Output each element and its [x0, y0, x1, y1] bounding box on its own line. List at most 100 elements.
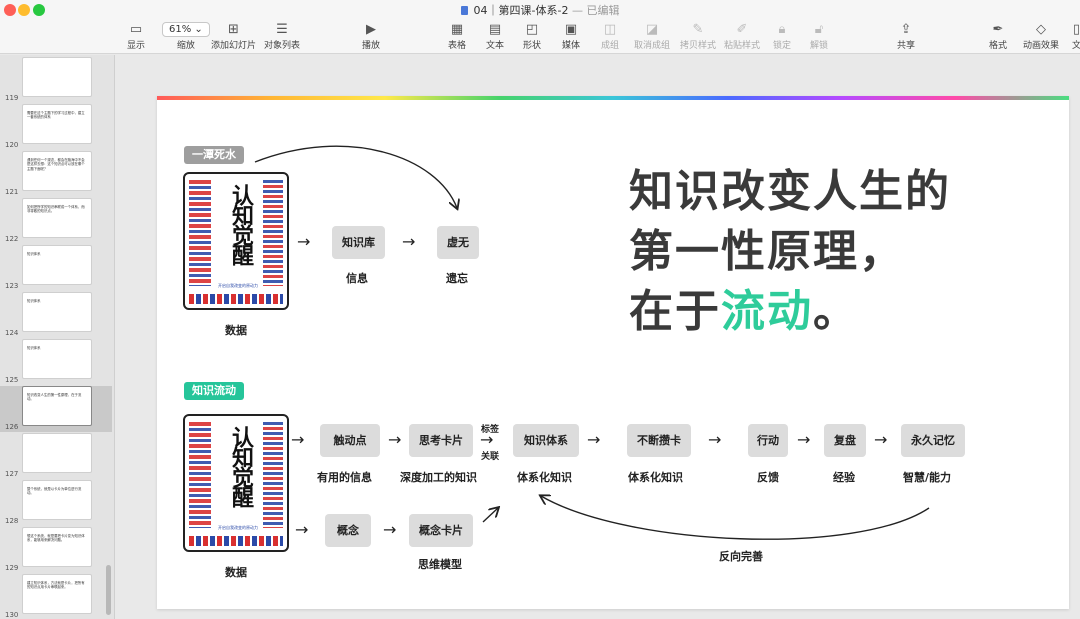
toolbar: 04｜第四课-体系-2 — 已编辑 ▭ 显示 61% ⌄ 缩放 ⊞ 添加幻灯片 …: [0, 0, 1080, 54]
ungroup-label: 取消成组: [634, 41, 671, 51]
label-information: 信息: [346, 272, 368, 285]
thumbnail: 知识体系: [22, 245, 92, 285]
label-useful-info: 有用的信息: [317, 471, 372, 484]
slide-thumbnail-129[interactable]: 想这个系统，就是要把卡片变为知识体系，能够用来解决问题。 129: [0, 527, 112, 573]
arrow-right-icon: →: [388, 430, 402, 449]
headline-line-3: 在于流动。: [629, 286, 859, 337]
arrow-right-icon: →: [297, 232, 311, 251]
play-button[interactable]: ▶ 播放: [362, 20, 381, 52]
label-deep-knowledge: 深度加工的知识: [400, 471, 477, 484]
unlock-button[interactable]: 🔓︎ 解锁: [810, 20, 829, 52]
view-label: 显示: [127, 41, 146, 51]
headline: 知识改变人生的 第一性原理， 在于流动。: [629, 162, 951, 342]
slide-canvas[interactable]: 一潭死水 认知觉醒 开启自我改变的原动力 数据 → 知识库 信息 → 虚无 遗忘…: [157, 96, 1069, 609]
share-button[interactable]: ⇪ 共享: [897, 20, 915, 52]
label-forget: 遗忘: [446, 272, 468, 285]
ungroup-icon: ◪: [645, 21, 659, 37]
thumbnail: 知识体系: [22, 339, 92, 379]
shape-button[interactable]: ◰ 形状: [523, 20, 542, 52]
copy-style-button[interactable]: ✎ 拷贝样式: [680, 20, 717, 52]
box-trigger: 触动点: [320, 424, 380, 457]
sidebar-scrollbar[interactable]: [106, 565, 111, 615]
book-title: 认知觉醒: [228, 184, 253, 264]
slide-number: 124: [5, 329, 19, 337]
thumbnail-text: 遇到任何一个观念，都会在脑海中不会是这样去想：这个知识点可以放在哪个主题下面呢？: [27, 158, 85, 171]
paste-style-button[interactable]: ✐ 粘贴样式: [724, 20, 761, 52]
thumbnail-text: 整个系统，就是以卡片为单位进行流动。: [27, 487, 82, 496]
box-knowledge-base: 知识库: [332, 226, 385, 259]
text-button[interactable]: ▤ 文本: [486, 20, 505, 52]
thumbnail: 知识体系: [22, 292, 92, 332]
unlock-label: 解锁: [810, 41, 829, 51]
thumbnail: 如何把所学的知识串联成一个体系，而非零散的知识点。: [22, 198, 92, 238]
arrow-right-icon: →: [383, 520, 397, 539]
object-list-button[interactable]: ☰ 对象列表: [264, 20, 300, 52]
slide-thumbnail-125[interactable]: 知识体系 125: [0, 339, 112, 385]
slide-thumbnail-128[interactable]: 整个系统，就是以卡片为单位进行流动。 128: [0, 480, 112, 526]
book-subtitle: 开启自我改变的原动力: [218, 283, 258, 288]
label-wisdom: 智慧/能力: [903, 471, 952, 484]
paste-style-label: 粘贴样式: [724, 41, 761, 51]
slide-thumbnail-119[interactable]: 119: [0, 57, 112, 103]
slide-thumbnail-123[interactable]: 知识体系 123: [0, 245, 112, 291]
play-label: 播放: [362, 41, 381, 51]
thumbnail: 整个系统，就是以卡片为单位进行流动。: [22, 480, 92, 520]
view-button[interactable]: ▭ 显示: [127, 20, 146, 52]
title-separator: —: [571, 4, 583, 17]
copy-style-label: 拷贝样式: [680, 41, 717, 51]
lock-button[interactable]: 🔒︎ 锁定: [773, 20, 791, 52]
box-thinking-card: 思考卡片: [409, 424, 473, 457]
book-cover-top: 认知觉醒 开启自我改变的原动力: [183, 172, 289, 310]
box-review: 复盘: [824, 424, 866, 457]
zoom-value: 61%: [169, 23, 192, 35]
table-button[interactable]: ▦ 表格: [448, 20, 466, 52]
media-label: 媒体: [562, 41, 581, 51]
thumbnail-text: 需要在这个主题下的学习过程中，建立一套系统的体系: [27, 111, 85, 120]
slide-number: 122: [5, 235, 19, 243]
reverse-loop-arc: [541, 496, 930, 540]
slide-thumbnail-122[interactable]: 如何把所学的知识串联成一个体系，而非零散的知识点。 122: [0, 198, 112, 244]
format-icon: ✒: [992, 21, 1004, 37]
slide-thumbnail-120[interactable]: 需要在这个主题下的学习过程中，建立一套系统的体系 120: [0, 104, 112, 150]
document-name: 04｜第四课-体系-2: [473, 4, 569, 17]
arrow-right-icon: →: [587, 430, 601, 449]
slide-number: 129: [5, 564, 19, 572]
shape-label: 形状: [523, 41, 542, 51]
thumbnail-text: 知识体系: [27, 346, 41, 350]
diagonal-arrow: [482, 508, 498, 523]
paste-style-icon: ✐: [736, 21, 748, 37]
media-button[interactable]: ▣ 媒体: [562, 20, 581, 52]
document-icon: [460, 6, 468, 15]
group-button[interactable]: ◫ 成组: [601, 20, 619, 52]
slide-thumbnail-124[interactable]: 知识体系 124: [0, 292, 112, 338]
slide-number: 130: [5, 611, 19, 619]
zoom-select[interactable]: 61% ⌄ 缩放: [162, 20, 210, 51]
animate-button[interactable]: ◇ 动画效果: [1023, 20, 1059, 52]
label-link: 关联: [481, 452, 500, 462]
text-label: 文本: [486, 41, 505, 51]
unlock-icon: 🔓︎: [814, 21, 824, 37]
format-button[interactable]: ✒ 格式: [989, 20, 1008, 52]
label-mental-model: 思维模型: [418, 558, 462, 571]
arrow-right-icon: →: [480, 430, 494, 449]
arrow-right-icon: →: [402, 232, 416, 251]
thumbnail: [22, 433, 92, 473]
list-icon: ☰: [276, 21, 288, 37]
thumbnail-text: 想这个系统，就是要把卡片变为知识体系，能够用来解决问题。: [27, 534, 85, 543]
slide-thumbnail-130[interactable]: 建立知识体系，方法就是卡片，把所有的知识点用卡片串联起来。 130: [0, 574, 112, 619]
headline-line-1: 知识改变人生的: [629, 166, 951, 217]
slide-thumbnail-121[interactable]: 遇到任何一个观念，都会在脑海中不会是这样去想：这个知识点可以放在哪个主题下面呢？…: [0, 151, 112, 197]
tag-knowledge-flow: 知识流动: [184, 382, 244, 400]
slide-thumbnail-127[interactable]: 127: [0, 433, 112, 479]
slide-thumbnail-126[interactable]: 知识改变人生的第一性原理，在于流动。 126: [0, 386, 112, 432]
share-icon: ⇪: [900, 21, 912, 37]
slide-number: 127: [5, 470, 19, 478]
ungroup-button[interactable]: ◪ 取消成组: [634, 20, 671, 52]
format-label: 格式: [989, 41, 1008, 51]
document-label: 文: [1072, 41, 1080, 51]
copy-style-icon: ✎: [692, 21, 704, 37]
document-button[interactable]: ▯ 文: [1072, 20, 1080, 52]
chevron-down-icon: ⌄: [194, 23, 203, 35]
book-title: 认知觉醒: [228, 426, 253, 506]
add-slide-button[interactable]: ⊞ 添加幻灯片: [211, 20, 256, 52]
